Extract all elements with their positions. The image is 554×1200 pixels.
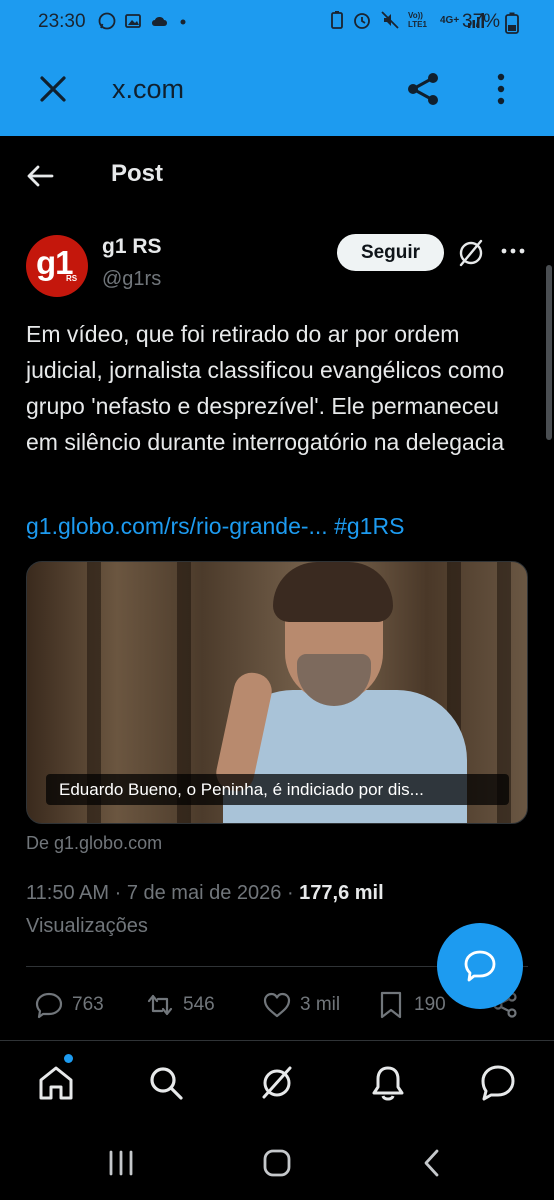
post-link-row: g1.globo.com/rs/rio-grande-... #g1RS: [26, 508, 404, 544]
bookmark-count: 190: [414, 994, 446, 1015]
repost-action[interactable]: 546: [145, 990, 215, 1020]
view-count: 177,6 mil: [299, 882, 384, 904]
author-name[interactable]: g1 RS: [102, 235, 162, 259]
separator-dot: ·: [114, 882, 127, 904]
post-hashtag[interactable]: #g1RS: [334, 513, 404, 539]
back-button-icon[interactable]: [416, 1146, 450, 1180]
close-icon[interactable]: [36, 72, 70, 106]
volte-label: Vo)) LTE1: [408, 11, 427, 29]
bottom-navigation: [0, 1040, 554, 1124]
person-hair: [273, 562, 393, 622]
battery-percentage: 37%: [462, 11, 501, 32]
reply-action[interactable]: 763: [34, 990, 104, 1020]
browser-toolbar: x.com: [0, 44, 554, 136]
post-link[interactable]: g1.globo.com/rs/rio-grande-...: [26, 513, 328, 539]
post-date[interactable]: 7 de mai de 2026: [127, 882, 282, 904]
author-handle[interactable]: @g1rs: [102, 268, 161, 291]
scrollbar[interactable]: [546, 265, 552, 440]
notifications-bell-icon[interactable]: [368, 1063, 408, 1103]
grok-icon[interactable]: [457, 239, 485, 267]
status-bar: 23:30 Vo)) LTE1 4G+ 37%: [0, 0, 554, 44]
follow-button[interactable]: Seguir: [337, 234, 444, 271]
views-label: Visualizações: [26, 915, 148, 937]
home-button-icon[interactable]: [260, 1146, 294, 1180]
repost-icon: [147, 994, 173, 1016]
reply-fab-button[interactable]: [437, 923, 523, 1009]
reply-icon: [35, 992, 63, 1019]
bookmark-icon: [380, 991, 402, 1019]
post-time[interactable]: 11:50 AM: [26, 882, 109, 904]
post-header: Post: [0, 136, 554, 214]
messages-icon[interactable]: [478, 1063, 518, 1103]
more-horizontal-icon[interactable]: [500, 243, 526, 259]
whatsapp-icon: [98, 12, 116, 30]
separator-dot: ·: [286, 882, 300, 904]
chat-bubble-icon: [464, 950, 496, 982]
home-icon[interactable]: [36, 1063, 76, 1103]
mute-icon: [381, 11, 399, 29]
dot-icon: [180, 19, 186, 25]
avatar[interactable]: g1 RS: [26, 235, 88, 297]
link-card-media[interactable]: Eduardo Bueno, o Peninha, é indiciado po…: [26, 561, 528, 824]
recent-apps-icon[interactable]: [104, 1146, 138, 1180]
back-arrow-icon[interactable]: [24, 160, 56, 192]
page-title: Post: [111, 160, 164, 187]
grok-icon[interactable]: [257, 1063, 297, 1103]
reply-count: 763: [72, 994, 104, 1015]
media-caption: Eduardo Bueno, o Peninha, é indiciado po…: [46, 774, 509, 805]
post-timestamp: 11:50 AM · 7 de mai de 2026 · 177,6 mil: [26, 882, 384, 905]
alarm-icon: [354, 13, 370, 29]
battery-icon: [505, 12, 519, 34]
system-navigation-bar: [0, 1124, 554, 1200]
share-icon[interactable]: [404, 70, 442, 108]
notification-dot: [64, 1054, 73, 1063]
like-action[interactable]: 3 mil: [262, 990, 340, 1020]
bookmark-action[interactable]: 190: [376, 990, 446, 1020]
cloud-icon: [152, 17, 167, 26]
status-time: 23:30: [38, 11, 86, 32]
url-label[interactable]: x.com: [112, 74, 184, 105]
battery-saver-icon: [331, 11, 343, 29]
repost-count: 546: [183, 994, 215, 1015]
like-count: 3 mil: [300, 994, 341, 1015]
avatar-logo-sub: RS: [66, 274, 78, 283]
gallery-icon: [125, 14, 141, 28]
post-text: Em vídeo, que foi retirado do ar por ord…: [26, 321, 505, 455]
more-vertical-icon[interactable]: [486, 70, 516, 108]
notification-icons: [98, 12, 188, 30]
media-source: De g1.globo.com: [26, 833, 163, 853]
network-label: 4G+: [440, 14, 460, 26]
heart-icon: [263, 992, 291, 1018]
search-icon[interactable]: [146, 1063, 186, 1103]
